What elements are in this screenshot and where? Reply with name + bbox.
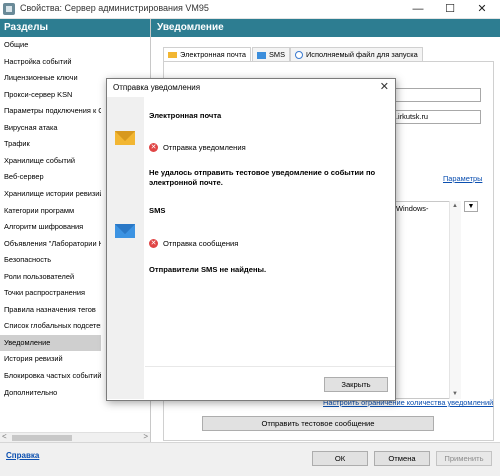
insert-variable-dropdown[interactable]: ▼ — [464, 201, 478, 212]
sidebar-item[interactable]: Прокси-сервер KSN — [0, 87, 101, 103]
dialog-icon-strip — [107, 97, 144, 399]
sidebar-item[interactable]: Категории программ — [0, 203, 101, 219]
tab-executable[interactable]: Исполняемый файл для запуска — [290, 47, 423, 61]
sidebar-item[interactable]: Общие — [0, 37, 101, 53]
apply-button[interactable]: Применить — [436, 451, 492, 466]
sidebar-item[interactable]: Настройка событий — [0, 54, 101, 70]
sidebar-item[interactable]: Хранилище истории ревизий — [0, 186, 101, 202]
sidebar-item[interactable]: Уведомление — [0, 334, 101, 351]
chevron-down-icon: ▼ — [467, 203, 475, 210]
sidebar-item[interactable]: Лицензионные ключи — [0, 70, 101, 86]
cancel-button[interactable]: Отмена — [374, 451, 430, 466]
app-icon — [3, 3, 15, 15]
footer-divider — [0, 442, 500, 443]
sidebar-item[interactable]: Блокировка частых событий — [0, 368, 101, 384]
email-status-text: Отправка уведомления — [163, 143, 246, 152]
dialog-footer-divider — [145, 366, 395, 367]
minimize-button[interactable]: — — [402, 0, 434, 18]
recipients-field[interactable] — [392, 88, 481, 102]
sidebar-item[interactable]: Веб-сервер — [0, 169, 101, 185]
sidebar-item[interactable]: Объявления "Лаборатории Ка — [0, 236, 101, 252]
sidebar-item[interactable]: Правила назначения тегов — [0, 302, 101, 318]
sidebar-header: Разделы — [0, 19, 150, 37]
email-icon — [168, 52, 177, 59]
window-titlebar: Свойства: Сервер администрирования VM95 … — [0, 0, 500, 19]
maximize-button[interactable]: ☐ — [434, 0, 466, 18]
sms-error-text: Отправители SMS не найдены. — [149, 265, 267, 274]
ok-button[interactable]: ОК — [312, 451, 368, 466]
sidebar-hscrollbar[interactable]: < > — [0, 432, 150, 442]
send-notification-dialog: Отправка уведомления ✕ Электронная почта… — [106, 78, 396, 401]
window-title: Свойства: Сервер администрирования VM95 — [20, 3, 209, 13]
smtp-server-field[interactable]: .irkutsk.ru — [392, 110, 481, 124]
send-test-message-button[interactable]: Отправить тестовое сообщение — [202, 416, 434, 431]
scroll-up-icon[interactable]: ▲ — [452, 203, 458, 209]
sidebar-item[interactable]: Точки распространения — [0, 285, 101, 301]
sidebar-item[interactable]: История ревизий — [0, 351, 101, 367]
sms-envelope-icon — [115, 224, 135, 238]
dialog-close-button[interactable]: Закрыть — [324, 377, 388, 392]
params-link[interactable]: Параметры — [443, 174, 482, 183]
tab-sms-label: SMS — [269, 50, 286, 59]
dialog-title: Отправка уведомления — [113, 83, 201, 92]
sidebar-item[interactable]: Дополнительно — [0, 385, 101, 401]
sidebar-item[interactable]: Параметры подключения к С — [0, 103, 101, 119]
tab-email-label: Электронная почта — [180, 50, 246, 59]
email-section-header: Электронная почта — [149, 111, 222, 120]
sidebar-item[interactable]: Список глобальных подсетей — [0, 318, 101, 334]
dialog-close-icon[interactable]: ✕ — [380, 80, 389, 93]
sms-icon — [257, 51, 266, 59]
sidebar-item[interactable]: Трафик — [0, 136, 101, 152]
sms-status-text: Отправка сообщения — [163, 239, 239, 248]
error-icon: ✕ — [149, 143, 158, 152]
sidebar-item[interactable]: Вирусная атака — [0, 120, 101, 136]
sidebar-item[interactable]: Алгоритм шифрования — [0, 219, 101, 235]
scroll-left-icon[interactable]: < — [2, 432, 7, 441]
tab-sms[interactable]: SMS — [252, 47, 291, 61]
close-window-button[interactable]: ✕ — [466, 0, 498, 18]
sidebar-item[interactable]: Безопасность — [0, 252, 101, 268]
sidebar-item[interactable]: Роли пользователей — [0, 269, 101, 285]
email-envelope-icon — [115, 131, 135, 145]
sms-section-header: SMS — [149, 206, 166, 215]
email-error-text: Не удалось отправить тестовое уведомлени… — [149, 168, 376, 187]
scroll-right-icon[interactable]: > — [143, 432, 148, 441]
help-link[interactable]: Справка — [6, 451, 39, 460]
message-scrollbar[interactable]: ▲ ▼ — [449, 201, 461, 399]
scroll-thumb[interactable] — [12, 435, 72, 441]
tab-email[interactable]: Электронная почта — [163, 47, 251, 62]
section-title: Уведомление — [151, 19, 500, 37]
error-icon: ✕ — [149, 239, 158, 248]
executable-icon — [295, 51, 303, 60]
sidebar-item[interactable]: Хранилище событий — [0, 153, 101, 169]
scroll-down-icon[interactable]: ▼ — [452, 391, 458, 397]
tab-executable-label: Исполняемый файл для запуска — [306, 50, 418, 59]
